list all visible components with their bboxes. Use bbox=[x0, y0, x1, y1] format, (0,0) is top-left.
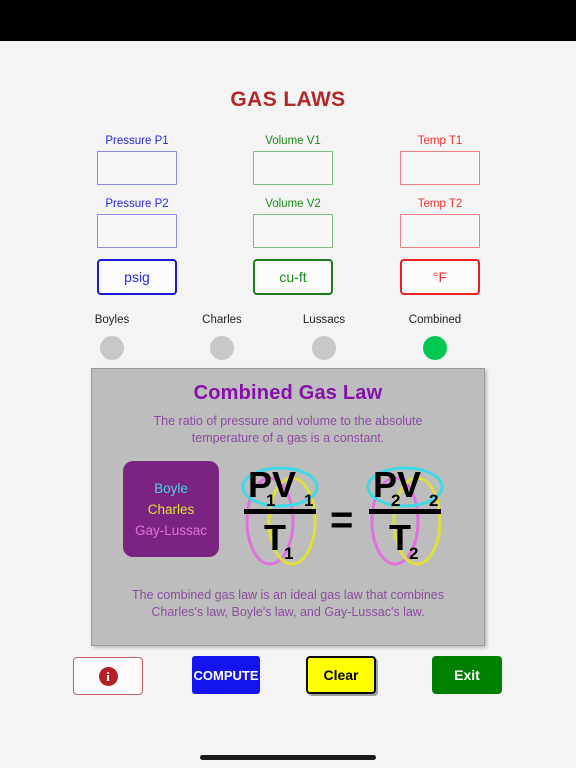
pressure-p1-field-wrap bbox=[57, 151, 217, 185]
formula-equals: = bbox=[330, 498, 353, 542]
radio-charles-label: Charles bbox=[202, 314, 242, 326]
radio-boyles[interactable]: Boyles bbox=[57, 313, 167, 360]
law-info-panel: Combined Gas Law The ratio of pressure a… bbox=[91, 368, 485, 646]
formula-right-num-sub2: 2 bbox=[429, 491, 438, 510]
temp-t2-field-wrap bbox=[360, 214, 520, 248]
law-legend-box: Boyle Charles Gay-Lussac bbox=[123, 461, 219, 557]
volume-v2-input[interactable] bbox=[253, 214, 333, 248]
radio-boyles-dot[interactable] bbox=[100, 336, 124, 360]
clear-button[interactable]: Clear bbox=[306, 656, 376, 694]
law-subtitle: The ratio of pressure and volume to the … bbox=[153, 414, 423, 445]
temp-t1-field-wrap bbox=[360, 151, 520, 185]
formula-svg: PV 1 1 T 1 = PV 2 2 T 2 bbox=[241, 464, 444, 566]
pressure-p1-input[interactable] bbox=[97, 151, 177, 185]
formula-right-den-sub: 2 bbox=[409, 544, 418, 563]
pressure-unit-button[interactable]: psig bbox=[97, 259, 177, 295]
pressure-p1-label: Pressure P1 bbox=[105, 135, 169, 147]
volume-unit-button[interactable]: cu-ft bbox=[253, 259, 333, 295]
volume-unit-wrap: cu-ft bbox=[213, 259, 373, 295]
formula-left-denominator: T bbox=[264, 517, 286, 558]
info-button[interactable]: i bbox=[73, 657, 143, 695]
radio-combined-dot[interactable] bbox=[423, 336, 447, 360]
radio-lussacs[interactable]: Lussacs bbox=[269, 313, 379, 360]
temp-t1-label: Temp T1 bbox=[417, 135, 463, 147]
action-button-row: i COMPUTE Clear Exit bbox=[0, 656, 576, 702]
law-heading: Combined Gas Law bbox=[193, 382, 383, 404]
legend-boyle: Boyle bbox=[154, 480, 188, 496]
temp-t1-input[interactable] bbox=[400, 151, 480, 185]
radio-charles[interactable]: Charles bbox=[167, 313, 277, 360]
radio-lussacs-dot[interactable] bbox=[312, 336, 336, 360]
formula-left-num-sub2: 1 bbox=[304, 491, 313, 510]
radio-boyles-label: Boyles bbox=[94, 314, 130, 326]
law-footer-text: The combined gas law is an ideal gas law… bbox=[132, 588, 444, 619]
formula-left-den-sub: 1 bbox=[284, 544, 293, 563]
volume-v1-field-wrap bbox=[213, 151, 373, 185]
compute-button[interactable]: COMPUTE bbox=[192, 656, 260, 694]
home-indicator[interactable] bbox=[200, 755, 376, 760]
temp-t2-input[interactable] bbox=[400, 214, 480, 248]
law-selector: Boyles Charles Lussacs Combined bbox=[0, 313, 576, 368]
formula-left-bar bbox=[244, 509, 316, 514]
page-title: GAS LAWS bbox=[230, 88, 346, 111]
volume-v1-label: Volume V1 bbox=[265, 135, 321, 147]
law-diagram: Boyle Charles Gay-Lussac PV 1 1 T 1 = PV… bbox=[92, 457, 484, 573]
formula-left-num-sub1: 1 bbox=[266, 491, 275, 510]
formula-right-denominator: T bbox=[389, 517, 411, 558]
pressure-unit-wrap: psig bbox=[57, 259, 217, 295]
temp-unit-button[interactable]: °F bbox=[400, 259, 480, 295]
pressure-p2-label: Pressure P2 bbox=[105, 198, 169, 210]
legend-gay-lussac: Gay-Lussac bbox=[134, 522, 208, 538]
info-icon: i bbox=[98, 666, 118, 686]
volume-v2-label: Volume V2 bbox=[265, 198, 321, 210]
pressure-p2-input[interactable] bbox=[97, 214, 177, 248]
radio-charles-dot[interactable] bbox=[210, 336, 234, 360]
formula-right-num-sub1: 2 bbox=[391, 491, 400, 510]
volume-v2-field-wrap bbox=[213, 214, 373, 248]
exit-button[interactable]: Exit bbox=[432, 656, 502, 694]
volume-v1-input[interactable] bbox=[253, 151, 333, 185]
legend-charles: Charles bbox=[147, 501, 195, 517]
pressure-p2-field-wrap bbox=[57, 214, 217, 248]
temp-t2-label: Temp T2 bbox=[417, 198, 463, 210]
radio-combined[interactable]: Combined bbox=[380, 313, 490, 360]
radio-combined-label: Combined bbox=[408, 314, 462, 326]
app-screen: GAS LAWS Pressure P1 Pressure P2 psig Vo… bbox=[0, 41, 576, 768]
status-bar bbox=[0, 0, 576, 41]
formula-right-bar bbox=[369, 509, 441, 514]
combined-gas-law-formula: PV 1 1 T 1 = PV 2 2 T 2 bbox=[222, 457, 472, 573]
radio-lussacs-label: Lussacs bbox=[302, 314, 346, 326]
temp-unit-wrap: °F bbox=[360, 259, 520, 295]
